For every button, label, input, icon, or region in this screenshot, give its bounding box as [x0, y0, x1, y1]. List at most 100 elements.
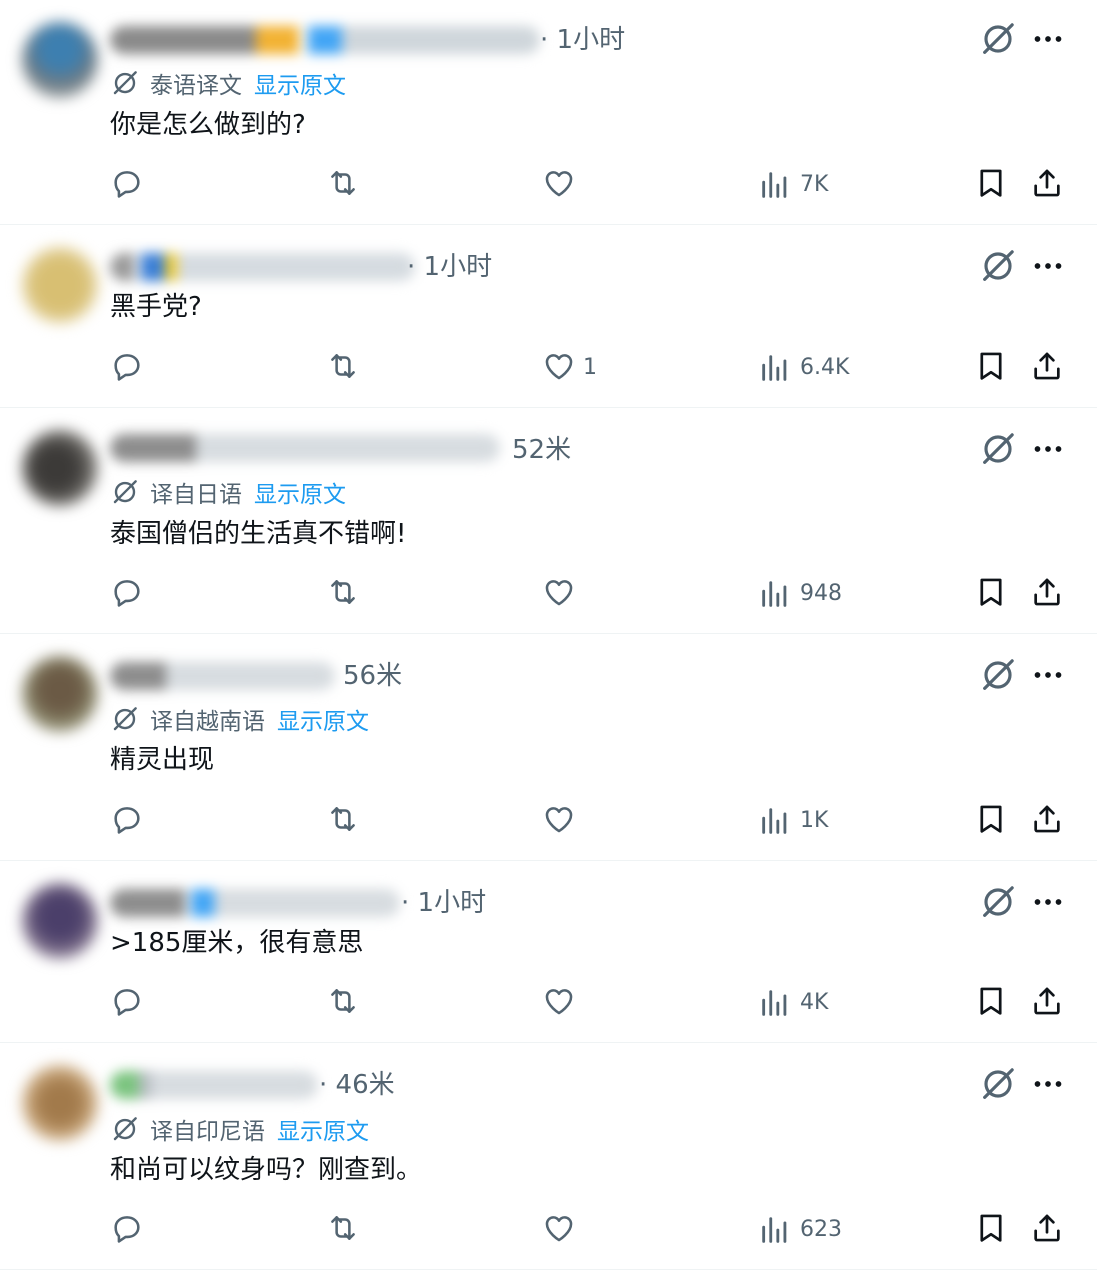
post-text: 你是怎么做到的? [110, 110, 306, 140]
author-name-blurred[interactable] [110, 434, 500, 462]
bookmark-icon[interactable] [974, 349, 1008, 383]
repost-icon[interactable] [326, 575, 360, 609]
share-icon[interactable] [1030, 349, 1064, 383]
translate-icon [110, 1114, 140, 1144]
grok-icon[interactable] [978, 1064, 1018, 1104]
post-time[interactable]: · 1小时 [540, 24, 625, 56]
post-text: >185厘米，很有意思 [110, 928, 364, 958]
author-name-blurred[interactable] [110, 662, 335, 690]
more-icon[interactable] [1030, 1066, 1066, 1102]
more-icon[interactable] [1030, 21, 1066, 57]
post-text: 精灵出现 [110, 745, 215, 775]
post-3[interactable]: 52米 译自日语 显示原文 泰国僧侣的生活真不错啊! 948 [0, 408, 1097, 634]
like-count: 1 [583, 355, 597, 380]
like-icon[interactable] [542, 349, 576, 383]
grok-icon[interactable] [978, 429, 1018, 469]
avatar[interactable] [22, 883, 98, 959]
author-name-blurred[interactable] [110, 26, 540, 54]
more-icon[interactable] [1030, 657, 1066, 693]
views-count: 1K [800, 808, 829, 833]
show-original-link[interactable]: 显示原文 [277, 702, 369, 736]
more-icon[interactable] [1030, 248, 1066, 284]
bookmark-icon[interactable] [974, 802, 1008, 836]
like-icon[interactable] [542, 1211, 576, 1245]
bookmark-icon[interactable] [974, 575, 1008, 609]
show-original-link[interactable]: 显示原文 [254, 475, 346, 509]
bookmark-icon[interactable] [974, 166, 1008, 200]
translation-label: 译自越南语 [150, 709, 265, 735]
reply-icon[interactable] [110, 802, 144, 836]
bookmark-icon[interactable] [974, 1211, 1008, 1245]
avatar[interactable] [22, 430, 98, 506]
translation-row: 泰语译文 显示原文 [110, 66, 346, 100]
post-time[interactable]: · 46米 [319, 1069, 395, 1101]
reply-icon[interactable] [110, 349, 144, 383]
post-time[interactable]: · 1小时 [407, 251, 492, 283]
post-6[interactable]: · 46米 译自印尼语 显示原文 和尚可以纹身吗？刚查到。 623 [0, 1043, 1097, 1270]
views-icon[interactable] [758, 577, 792, 611]
reply-icon[interactable] [110, 575, 144, 609]
post-2[interactable]: · 1小时 黑手党? 1 6.4K [0, 225, 1097, 408]
repost-icon[interactable] [326, 802, 360, 836]
repost-icon[interactable] [326, 984, 360, 1018]
translate-icon [110, 477, 140, 507]
like-icon[interactable] [542, 166, 576, 200]
author-name-blurred[interactable] [110, 1071, 318, 1099]
translate-icon [110, 68, 140, 98]
views-icon[interactable] [758, 1213, 792, 1247]
views-count: 6.4K [800, 355, 850, 380]
grok-icon[interactable] [978, 246, 1018, 286]
views-count: 4K [800, 990, 829, 1015]
reply-icon[interactable] [110, 1211, 144, 1245]
views-count: 948 [800, 581, 842, 606]
views-icon[interactable] [758, 986, 792, 1020]
views-icon[interactable] [758, 351, 792, 385]
share-icon[interactable] [1030, 575, 1064, 609]
translate-icon [110, 704, 140, 734]
author-name-blurred[interactable] [110, 253, 415, 281]
post-time[interactable]: 56米 [343, 660, 402, 692]
grok-icon[interactable] [978, 882, 1018, 922]
repost-icon[interactable] [326, 166, 360, 200]
grok-icon[interactable] [978, 19, 1018, 59]
share-icon[interactable] [1030, 1211, 1064, 1245]
post-text: 和尚可以纹身吗？刚查到。 [110, 1155, 423, 1185]
avatar[interactable] [22, 22, 98, 98]
author-name-blurred[interactable] [110, 889, 400, 917]
more-icon[interactable] [1030, 884, 1066, 920]
share-icon[interactable] [1030, 984, 1064, 1018]
translation-label: 泰语译文 [150, 73, 242, 99]
like-icon[interactable] [542, 575, 576, 609]
like-icon[interactable] [542, 802, 576, 836]
views-icon[interactable] [758, 804, 792, 838]
post-text: 泰国僧侣的生活真不错啊! [110, 519, 407, 549]
translation-row: 译自日语 显示原文 [110, 475, 346, 509]
translation-label: 译自日语 [150, 482, 242, 508]
translation-row: 译自越南语 显示原文 [110, 702, 369, 736]
share-icon[interactable] [1030, 166, 1064, 200]
post-time[interactable]: 52米 [512, 434, 571, 466]
post-4[interactable]: 56米 译自越南语 显示原文 精灵出现 1K [0, 634, 1097, 861]
avatar[interactable] [22, 1065, 98, 1141]
avatar[interactable] [22, 247, 98, 323]
translation-label: 译自印尼语 [150, 1119, 265, 1145]
post-5[interactable]: · 1小时 >185厘米，很有意思 4K [0, 861, 1097, 1043]
translation-row: 译自印尼语 显示原文 [110, 1112, 369, 1146]
more-icon[interactable] [1030, 431, 1066, 467]
post-1[interactable]: · 1小时 泰语译文 显示原文 你是怎么做到的? 7K [0, 0, 1097, 225]
avatar[interactable] [22, 656, 98, 732]
grok-icon[interactable] [978, 655, 1018, 695]
bookmark-icon[interactable] [974, 984, 1008, 1018]
views-icon[interactable] [758, 168, 792, 202]
views-count: 623 [800, 1217, 842, 1242]
reply-icon[interactable] [110, 166, 144, 200]
show-original-link[interactable]: 显示原文 [277, 1112, 369, 1146]
reply-icon[interactable] [110, 984, 144, 1018]
repost-icon[interactable] [326, 349, 360, 383]
repost-icon[interactable] [326, 1211, 360, 1245]
like-icon[interactable] [542, 984, 576, 1018]
post-time[interactable]: · 1小时 [401, 887, 486, 919]
views-count: 7K [800, 172, 829, 197]
show-original-link[interactable]: 显示原文 [254, 66, 346, 100]
share-icon[interactable] [1030, 802, 1064, 836]
